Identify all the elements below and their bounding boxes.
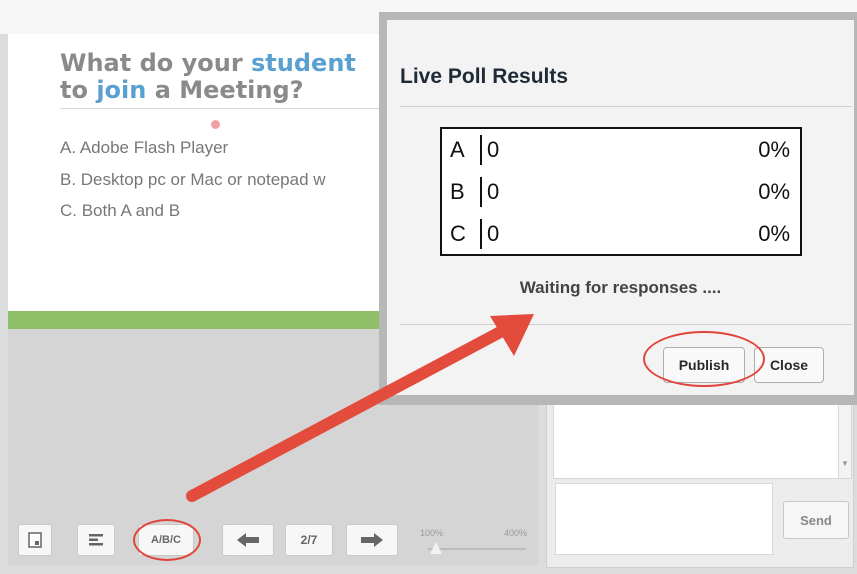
live-poll-results-dialog: Live Poll Results A 0 0% B 0 0% C 0 0% W [379, 12, 857, 405]
result-percent: 0% [758, 221, 790, 246]
slide-title-highlight: join [96, 76, 147, 104]
result-count: 0 [487, 137, 500, 162]
chat-log [553, 399, 839, 479]
zoom-slider-thumb[interactable] [430, 542, 442, 554]
result-count: 0 [487, 179, 500, 204]
arrow-right-icon [361, 533, 383, 547]
send-button[interactable]: Send [783, 501, 849, 539]
result-count: 0 [487, 221, 500, 246]
slide-title-highlight: student [251, 49, 356, 77]
dialog-body: Live Poll Results A 0 0% B 0 0% C 0 0% W [387, 20, 854, 395]
chat-scrollbar[interactable]: ▼ [838, 399, 852, 479]
dialog-divider [400, 106, 852, 107]
slide-title-text: to [60, 76, 97, 104]
dialog-footer-divider [400, 324, 852, 325]
zoom-max-label: 400% [504, 528, 528, 538]
slide-title: What do your student to join a Meeting? [60, 50, 356, 104]
page-indicator: 2/7 [285, 524, 333, 556]
chat-input[interactable] [555, 483, 773, 555]
document-icon [28, 532, 42, 548]
result-percent: 0% [758, 137, 790, 162]
dialog-title: Live Poll Results [400, 65, 569, 88]
slide-title-divider [60, 108, 388, 109]
slide-title-text: a Meeting? [146, 76, 304, 104]
slide-option-a: A. Adobe Flash Player [60, 138, 229, 157]
zoom-min-label: 100% [420, 528, 444, 538]
slide-option-b: B. Desktop pc or Mac or notepad w [60, 170, 326, 189]
align-button[interactable] [77, 524, 115, 556]
align-left-icon [89, 534, 103, 546]
pointer-dot [211, 120, 220, 129]
result-bar-divider [480, 219, 482, 249]
slide-title-text: What do your [60, 49, 252, 77]
annotation-ring-publish [643, 331, 765, 387]
annotation-ring-poll [133, 519, 201, 561]
close-button[interactable]: Close [754, 347, 824, 383]
result-row: C 0 0% [442, 215, 800, 251]
arrow-left-icon [237, 533, 259, 547]
poll-status-text: Waiting for responses .... [519, 278, 722, 297]
upload-button[interactable] [18, 524, 52, 556]
result-percent: 0% [758, 179, 790, 204]
previous-page-button[interactable] [222, 524, 274, 556]
next-page-button[interactable] [346, 524, 398, 556]
result-letter: B [450, 179, 465, 204]
slide-footer-bar [8, 311, 388, 329]
results-table: A 0 0% B 0 0% C 0 0% [440, 127, 802, 256]
result-letter: C [450, 221, 466, 246]
result-row: B 0 0% [442, 173, 800, 209]
chat-panel: ▼ Send [546, 392, 854, 568]
result-bar-divider [480, 177, 482, 207]
result-bar-divider [480, 135, 482, 165]
presentation-slide: What do your student to join a Meeting? … [8, 34, 388, 311]
result-row: A 0 0% [442, 131, 800, 167]
slide-option-c: C. Both A and B [60, 201, 181, 220]
zoom-slider-track[interactable] [428, 548, 526, 550]
result-letter: A [450, 137, 465, 162]
